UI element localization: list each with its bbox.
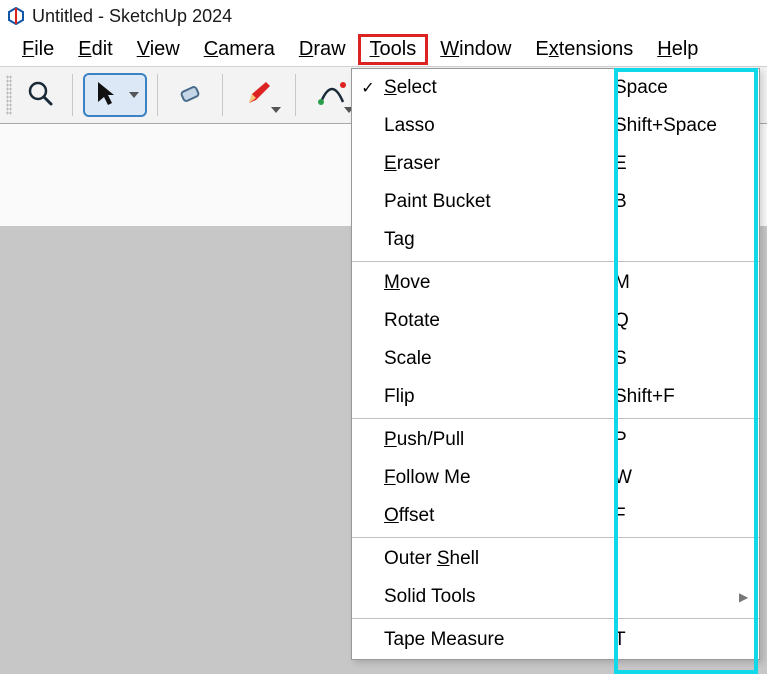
menu-item-label: Rotate [384, 310, 614, 332]
toolbar-grip[interactable] [6, 75, 12, 115]
zoom-tool-button[interactable] [18, 73, 62, 117]
menu-item-outer-shell[interactable]: Outer Shell [352, 540, 759, 578]
menu-separator [352, 537, 759, 538]
menu-item-move[interactable]: MoveM [352, 264, 759, 302]
dropdown-chevron-icon [271, 107, 281, 113]
menu-item-label: Select [384, 77, 614, 99]
menu-tools[interactable]: Tools [358, 34, 429, 65]
menu-item-eraser[interactable]: EraserE [352, 145, 759, 183]
menu-item-rotate[interactable]: RotateQ [352, 302, 759, 340]
menu-item-label: Move [384, 272, 614, 294]
toolbar-separator [295, 74, 296, 116]
magnifier-icon [26, 79, 54, 112]
menu-item-label: Eraser [384, 153, 614, 175]
menu-item-label: Tape Measure [384, 629, 614, 651]
menu-item-label: Flip [384, 386, 614, 408]
menubar: File Edit View Camera Draw Tools Window … [0, 32, 767, 66]
menu-item-label: Follow Me [384, 467, 614, 489]
menu-item-label: Lasso [384, 115, 614, 137]
menu-item-shortcut: Shift+Space [614, 115, 739, 137]
menu-item-label: Scale [384, 348, 614, 370]
menu-item-shortcut: E [614, 153, 739, 175]
menu-separator [352, 418, 759, 419]
submenu-arrow-icon: ▶ [739, 590, 759, 604]
menu-item-shortcut: M [614, 272, 739, 294]
menu-item-follow-me[interactable]: Follow MeW [352, 459, 759, 497]
pencil-icon [246, 80, 272, 111]
menu-item-label: Solid Tools [384, 586, 614, 608]
select-tool-button[interactable] [83, 73, 147, 117]
menu-item-push-pull[interactable]: Push/PullP [352, 421, 759, 459]
eraser-icon [176, 79, 204, 112]
menu-item-paint-bucket[interactable]: Paint BucketB [352, 183, 759, 221]
menu-item-label: Tag [384, 229, 614, 251]
menu-help[interactable]: Help [645, 34, 710, 65]
menu-item-tag[interactable]: Tag [352, 221, 759, 259]
menu-item-shortcut: Shift+F [614, 386, 739, 408]
toolbar-separator [157, 74, 158, 116]
menu-item-shortcut: T [614, 629, 739, 651]
tools-dropdown: ✓SelectSpaceLassoShift+SpaceEraserEPaint… [351, 68, 760, 660]
menu-item-shortcut: F [614, 505, 739, 527]
toolbar-separator [72, 74, 73, 116]
menu-item-shortcut: Space [614, 77, 739, 99]
menu-item-shortcut: W [614, 467, 739, 489]
menu-draw[interactable]: Draw [287, 34, 358, 65]
menu-item-offset[interactable]: OffsetF [352, 497, 759, 535]
arc-icon [317, 80, 347, 111]
pencil-tool-button[interactable] [233, 73, 285, 117]
menu-camera[interactable]: Camera [192, 34, 287, 65]
menu-separator [352, 261, 759, 262]
titlebar: Untitled - SketchUp 2024 [0, 0, 767, 32]
menu-window[interactable]: Window [428, 34, 523, 65]
menu-item-tape-measure[interactable]: Tape MeasureT [352, 621, 759, 659]
menu-item-lasso[interactable]: LassoShift+Space [352, 107, 759, 145]
menu-item-shortcut: S [614, 348, 739, 370]
menu-item-label: Push/Pull [384, 429, 614, 451]
menu-file[interactable]: File [10, 34, 66, 65]
menu-item-shortcut: Q [614, 310, 739, 332]
app-logo-icon [6, 6, 26, 26]
menu-item-label: Paint Bucket [384, 191, 614, 213]
menu-item-shortcut: P [614, 429, 739, 451]
menu-item-label: Outer Shell [384, 548, 614, 570]
menu-item-flip[interactable]: FlipShift+F [352, 378, 759, 416]
checkmark-icon: ✓ [352, 78, 384, 98]
window-title: Untitled - SketchUp 2024 [32, 6, 232, 27]
menu-item-scale[interactable]: ScaleS [352, 340, 759, 378]
toolbar-separator [222, 74, 223, 116]
menu-extensions[interactable]: Extensions [523, 34, 645, 65]
menu-item-select[interactable]: ✓SelectSpace [352, 69, 759, 107]
cursor-icon [95, 80, 117, 111]
menu-item-solid-tools[interactable]: Solid Tools ▶ [352, 578, 759, 616]
menu-item-shortcut: B [614, 191, 739, 213]
menu-item-label: Offset [384, 505, 614, 527]
menu-separator [352, 618, 759, 619]
menu-edit[interactable]: Edit [66, 34, 124, 65]
menu-view[interactable]: View [125, 34, 192, 65]
eraser-tool-button[interactable] [168, 73, 212, 117]
